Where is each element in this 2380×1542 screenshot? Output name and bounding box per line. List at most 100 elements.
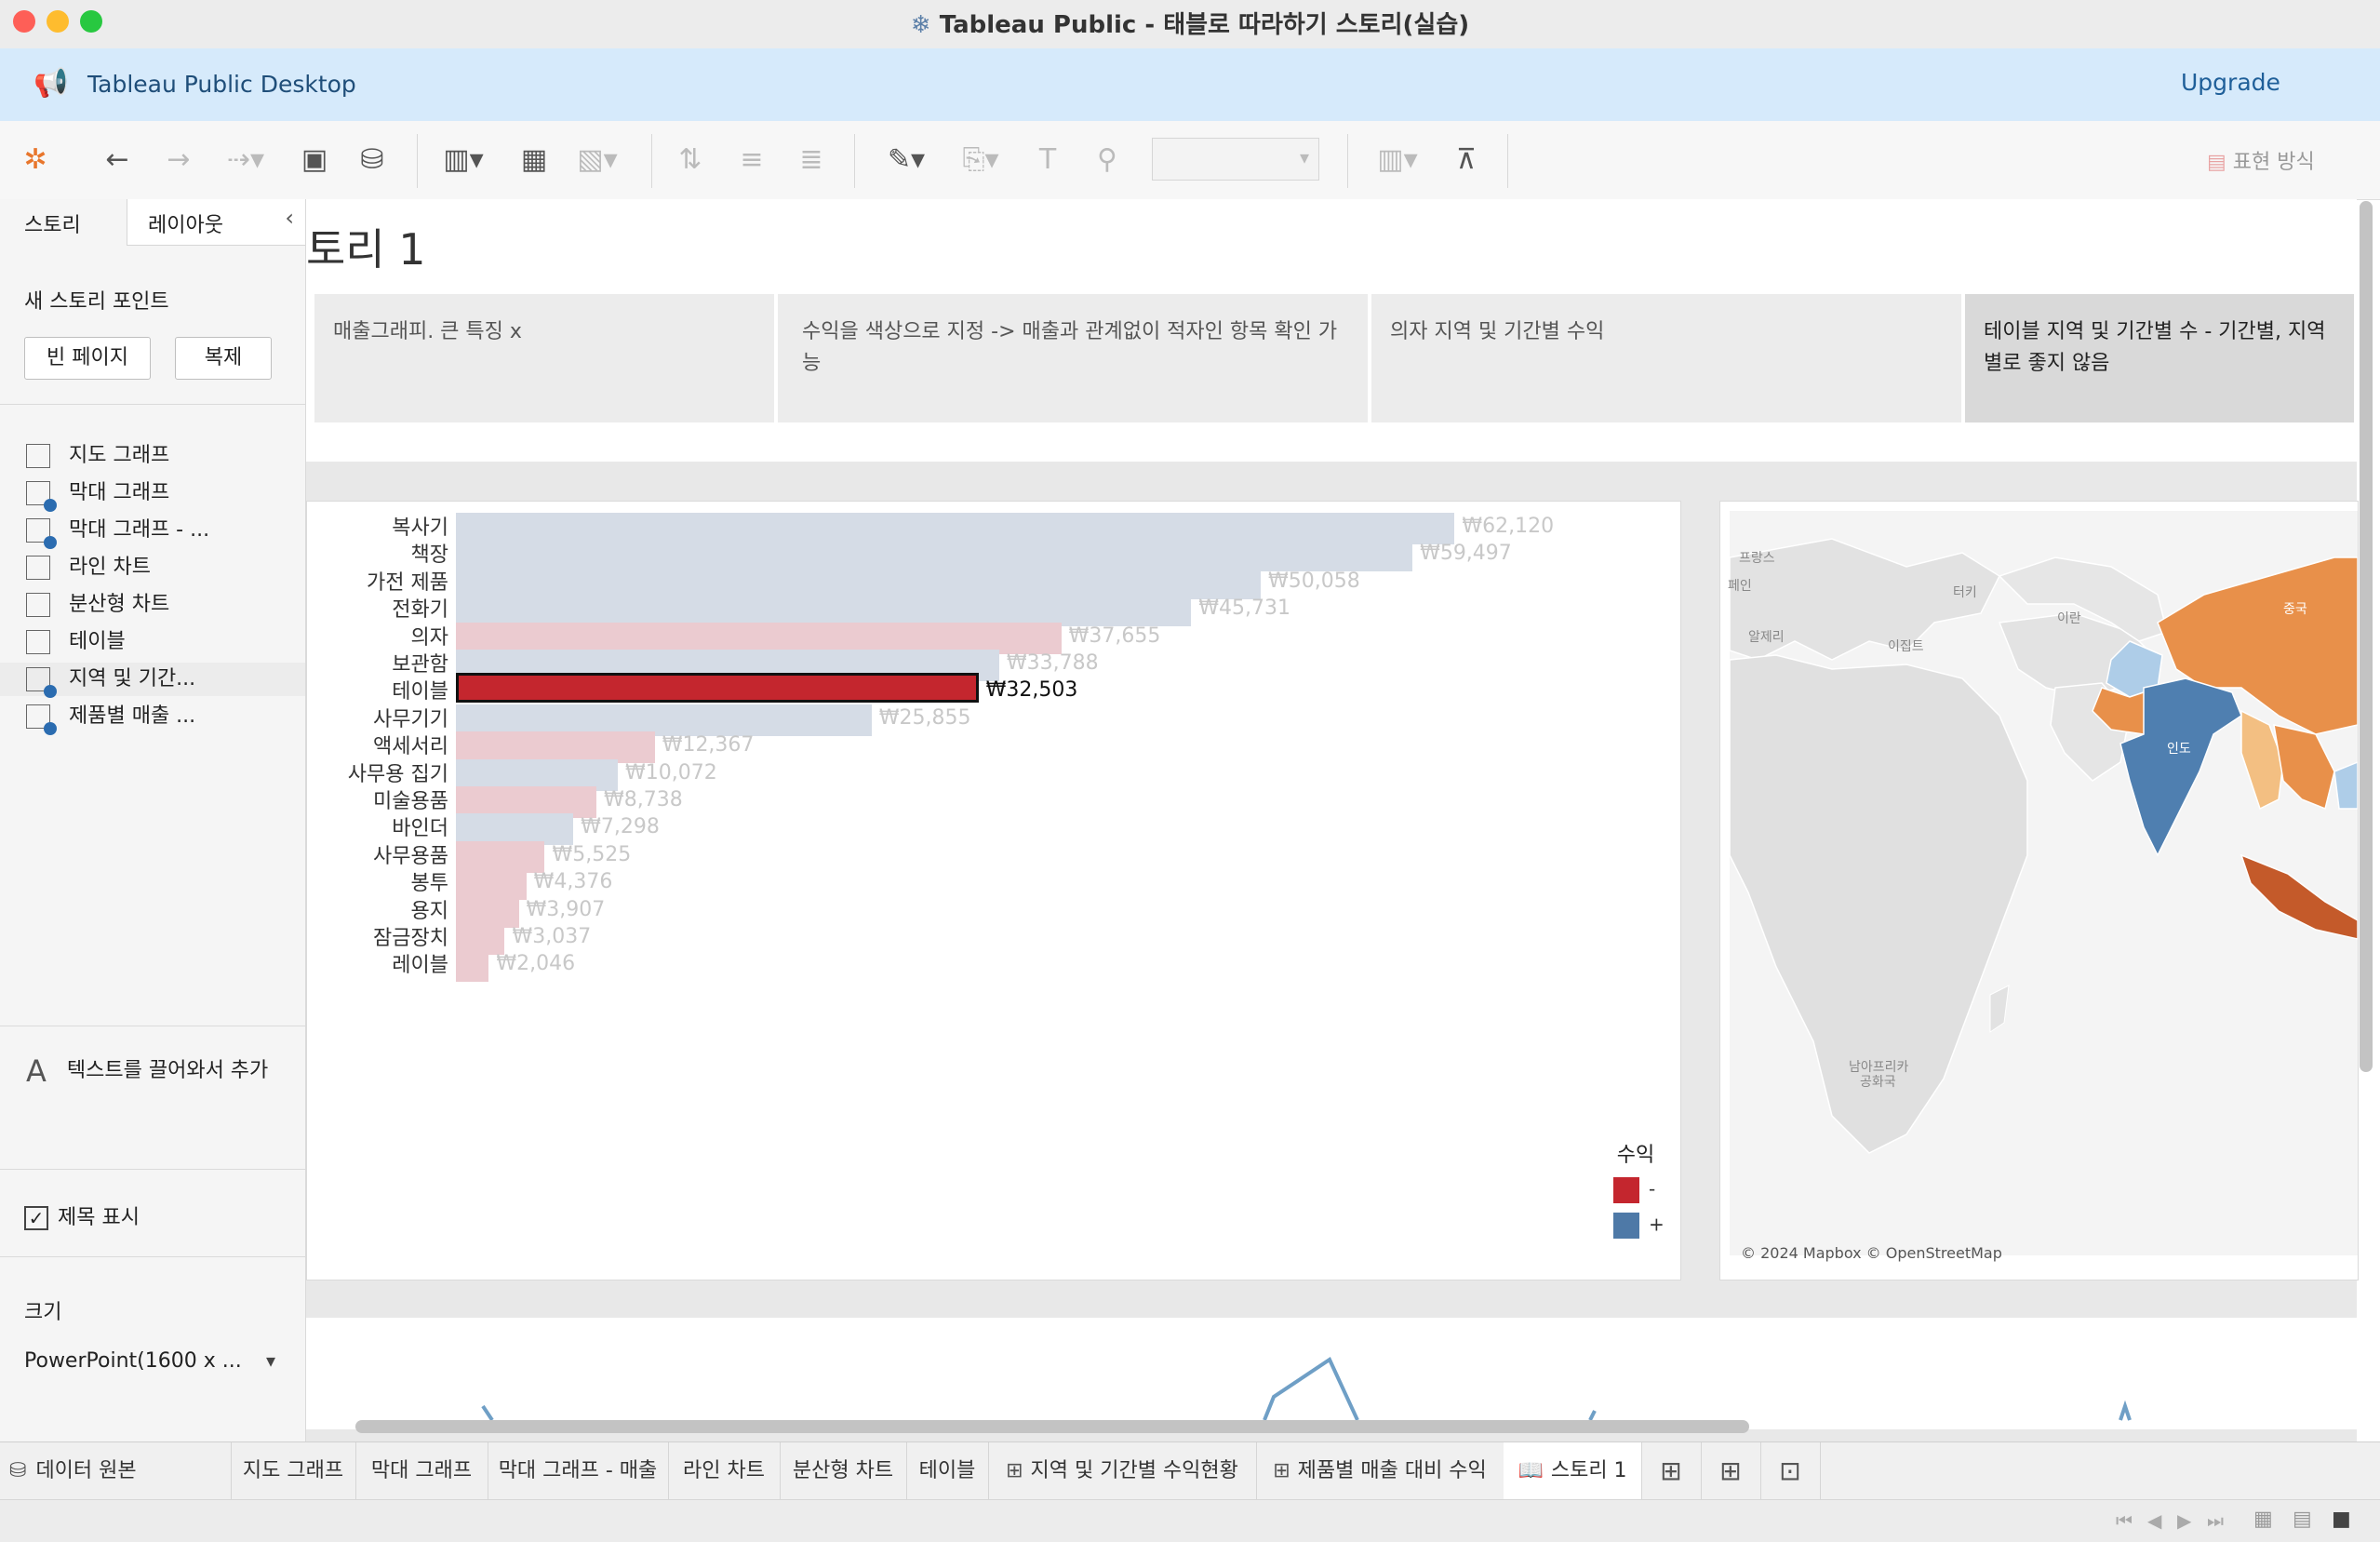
- story-point-3[interactable]: 의자 지역 및 기간별 수익: [1371, 294, 1961, 422]
- sidebar-item-scatter-chart[interactable]: 분산형 차트: [26, 588, 169, 622]
- text-icon: A: [26, 1053, 47, 1089]
- new-datasource-button[interactable]: ⛁: [354, 141, 391, 179]
- highlight-button[interactable]: ✎▾: [878, 141, 934, 179]
- map-label-iran: 이란: [2057, 611, 2081, 626]
- toolbar: ✲ ← → ⇢▾ ▣ ⛁ ▥▾ ▦ ▧▾ ⇅ ≡ ≣ ✎▾ ⎘▾ T ⚲ ▾ ▥…: [0, 121, 2380, 200]
- drag-text-object[interactable]: A 텍스트를 끌어와서 추가: [26, 1053, 268, 1091]
- dashboard-icon: [26, 667, 57, 698]
- legend-label: +: [1649, 1213, 1665, 1236]
- first-sheet-icon[interactable]: ⏮: [2116, 1509, 2133, 1532]
- bar-테이블[interactable]: [456, 673, 979, 704]
- tab-story[interactable]: 스토리: [0, 199, 127, 246]
- clear-sheet-button[interactable]: ▧▾: [569, 141, 625, 179]
- new-story-tab-button[interactable]: ⊡: [1760, 1442, 1821, 1500]
- tab-label: 스토리 1: [1550, 1459, 1627, 1482]
- sheet-icon: [26, 518, 57, 549]
- category-label: 미술용품: [373, 790, 448, 813]
- line-chart-peek: [481, 1357, 2132, 1422]
- bar-레이블[interactable]: [456, 950, 489, 983]
- tab-layout[interactable]: 레이아웃 ‹: [127, 199, 305, 246]
- legend-item-positive[interactable]: +: [1598, 1213, 1673, 1239]
- presentation-mode-button[interactable]: ⊼: [1448, 141, 1485, 179]
- show-me-button[interactable]: ▤ 표현 방식: [2207, 145, 2315, 175]
- sidebar-item-table[interactable]: 테이블: [26, 625, 126, 659]
- tab-region-period[interactable]: ⊞ 지역 및 기간별 수익현황: [988, 1442, 1257, 1500]
- show-title-checkbox[interactable]: ✓ 제목 표시: [24, 1200, 140, 1230]
- sidebar-item-map-chart[interactable]: 지도 그래프: [26, 439, 169, 473]
- new-worksheet-button[interactable]: ▥▾: [435, 141, 491, 179]
- new-dashboard-tab-button[interactable]: ⊞: [1701, 1442, 1761, 1500]
- duplicate-sheet-button[interactable]: ▦: [515, 141, 553, 179]
- legend-item-negative[interactable]: -: [1598, 1177, 1673, 1203]
- horizontal-scrollbar[interactable]: [355, 1420, 1749, 1433]
- show-me-label: 표현 방식: [2232, 151, 2315, 174]
- toolbar-divider: [1347, 134, 1348, 188]
- check-badge-icon: [44, 536, 57, 549]
- category-label: 사무기기: [373, 707, 448, 731]
- tab-bar-chart[interactable]: 막대 그래프: [355, 1442, 488, 1500]
- sheet-icon: [26, 481, 57, 512]
- category-label: 테이블: [392, 680, 448, 704]
- value-label: ₩10,072: [625, 760, 717, 784]
- filmstrip-icon[interactable]: ▤: [2293, 1508, 2312, 1531]
- tabs-view-icon[interactable]: ■: [2332, 1508, 2351, 1531]
- checkbox-checked-icon: ✓: [24, 1206, 48, 1230]
- sheet-icon: [26, 630, 50, 654]
- tab-product-sales[interactable]: ⊞ 제품별 매출 대비 수익: [1256, 1442, 1504, 1500]
- tab-map-chart[interactable]: 지도 그래프: [231, 1442, 356, 1500]
- group-members-button[interactable]: ⎘▾: [953, 141, 1009, 179]
- new-worksheet-tab-button[interactable]: ⊞: [1641, 1442, 1702, 1500]
- sort-descending-button[interactable]: ≣: [793, 141, 830, 179]
- line-series: [481, 1357, 2132, 1422]
- map-label-india: 인도: [2167, 742, 2191, 757]
- sidebar-item-region-period[interactable]: 지역 및 기간...: [0, 663, 305, 698]
- last-sheet-icon[interactable]: ⏭: [2207, 1509, 2224, 1532]
- tab-table[interactable]: 테이블: [906, 1442, 989, 1500]
- show-mark-labels-button[interactable]: T: [1029, 141, 1066, 179]
- drag-text-label: 텍스트를 끌어와서 추가: [66, 1059, 269, 1082]
- sidebar-item-product-sales[interactable]: 제품별 매출 ...: [26, 700, 195, 735]
- value-label: ₩2,046: [496, 952, 576, 976]
- blank-page-button[interactable]: 빈 페이지: [24, 337, 151, 380]
- story-point-4-active[interactable]: 테이블 지역 및 기간별 수 - 기간별, 지역별로 좋지 않음: [1965, 294, 2354, 422]
- tab-story-1[interactable]: 📖 스토리 1: [1504, 1442, 1642, 1500]
- fit-dropdown[interactable]: ▾: [1152, 138, 1319, 181]
- next-sheet-icon[interactable]: ▶: [2177, 1509, 2191, 1532]
- swap-rows-columns-button[interactable]: ⇅: [672, 141, 709, 179]
- show-cards-button[interactable]: ▥▾: [1368, 141, 1427, 179]
- check-badge-icon: [44, 685, 57, 698]
- story-point-text: 테이블 지역 및 기간별 수 - 기간별, 지역별로 좋지 않음: [1984, 320, 2326, 375]
- sidebar-item-bar-chart[interactable]: 막대 그래프: [26, 476, 169, 512]
- prev-sheet-icon[interactable]: ◀: [2147, 1509, 2161, 1532]
- save-button[interactable]: ▣: [296, 141, 333, 179]
- tab-label: 지역 및 기간별 수익현황: [1030, 1459, 1238, 1482]
- collapse-icon[interactable]: ‹: [285, 205, 294, 231]
- sidebar-item-label: 지역 및 기간...: [69, 667, 196, 691]
- size-dropdown[interactable]: PowerPoint(1600 x ... ▾: [24, 1349, 275, 1373]
- window-title: ❄ Tableau Public - 태블로 따라하기 스토리(실습): [910, 11, 1470, 39]
- sheet-icon: [26, 593, 50, 617]
- undo-button[interactable]: ←: [99, 141, 136, 179]
- category-label: 책장: [410, 543, 448, 568]
- tab-bar-chart-sales[interactable]: 막대 그래프 - 매출: [488, 1442, 669, 1500]
- replay-icon[interactable]: ⇢▾: [218, 141, 274, 179]
- value-label: ₩7,298: [581, 815, 660, 839]
- sidebar-item-bar-chart-sales[interactable]: 막대 그래프 - ...: [26, 514, 209, 549]
- region-map[interactable]: 프랑스 페인 터키 이란 알제리 이집트 중국 인도 남아프리카 공화국: [1720, 502, 2358, 1280]
- sort-ascending-button[interactable]: ≡: [733, 141, 770, 179]
- redo-button[interactable]: →: [160, 141, 197, 179]
- tab-data-source[interactable]: ⛁ 데이터 원본: [0, 1442, 232, 1500]
- duplicate-button[interactable]: 복제: [175, 337, 272, 380]
- vertical-scrollbar[interactable]: [2360, 201, 2373, 1072]
- tableau-home-icon[interactable]: ✲: [17, 141, 54, 179]
- upgrade-link[interactable]: Upgrade: [2181, 69, 2280, 96]
- fix-axes-button[interactable]: ⚲: [1089, 141, 1126, 179]
- tab-scatter-chart[interactable]: 분산형 차트: [780, 1442, 907, 1500]
- sheet-sorter-icon[interactable]: ▦: [2253, 1508, 2273, 1531]
- sidebar-item-label: 라인 차트: [69, 556, 151, 579]
- sidebar-item-line-chart[interactable]: 라인 차트: [26, 551, 151, 584]
- story-point-2[interactable]: 수익을 색상으로 지정 -> 매출과 관계없이 적자인 항목 확인 가능: [778, 294, 1368, 422]
- category-label: 의자: [410, 625, 448, 650]
- tab-line-chart[interactable]: 라인 차트: [668, 1442, 781, 1500]
- story-point-1[interactable]: 매출그래피. 큰 특징 x: [314, 294, 774, 422]
